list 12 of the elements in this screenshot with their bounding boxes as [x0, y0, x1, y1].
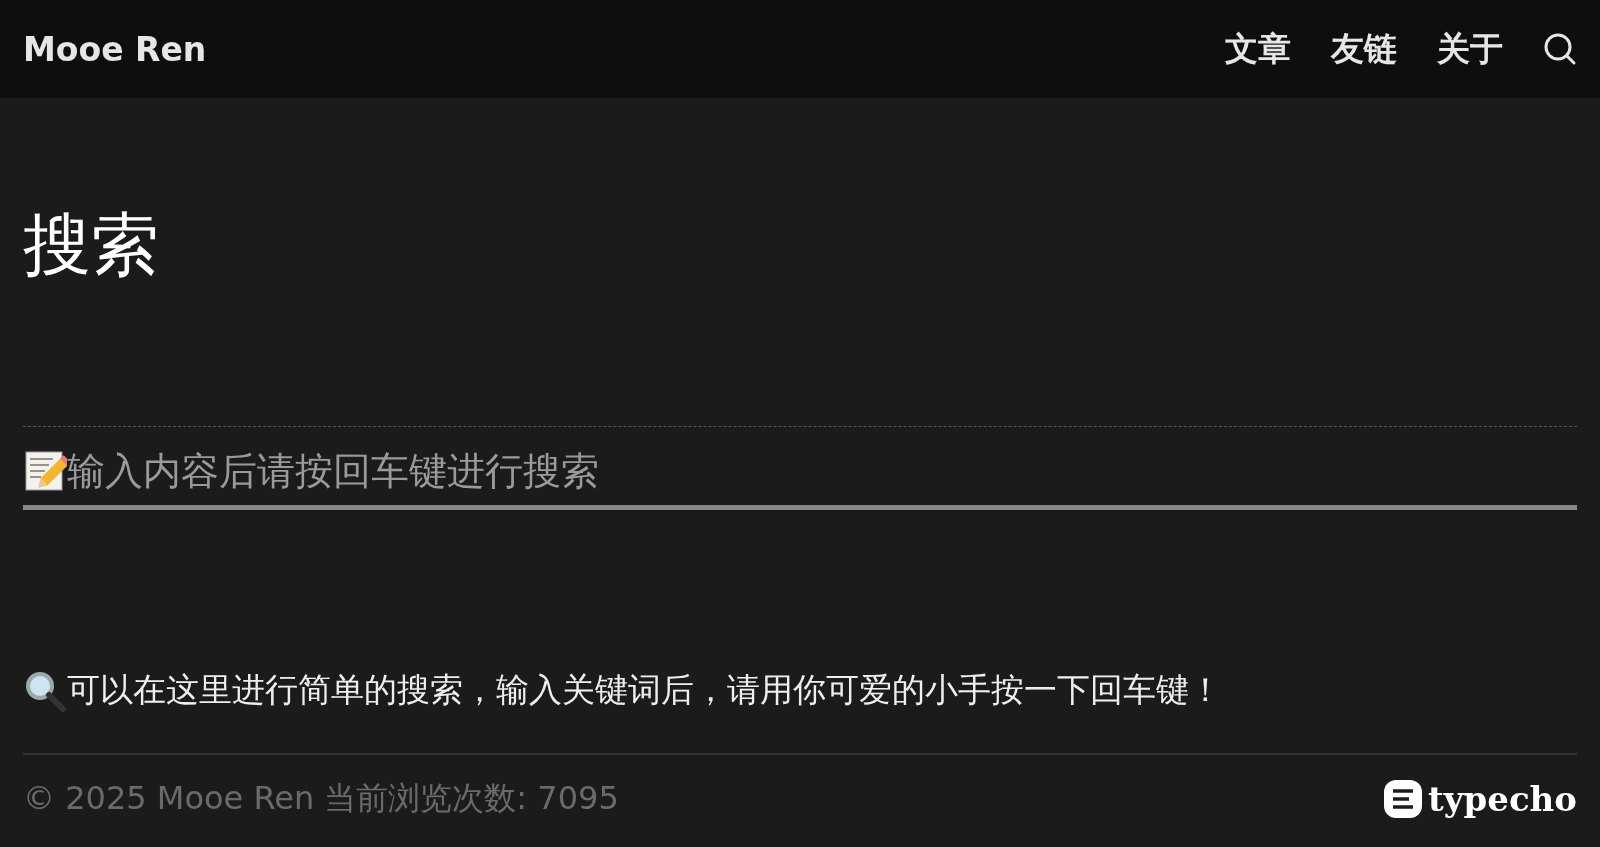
- nav-link[interactable]: 文章: [1225, 26, 1291, 72]
- memo-pencil-icon: [23, 449, 67, 493]
- nav-link[interactable]: 关于: [1437, 26, 1503, 72]
- site-title[interactable]: Mooe Ren: [23, 29, 207, 69]
- typecho-link[interactable]: typecho: [1384, 779, 1577, 819]
- search-icon[interactable]: [1543, 32, 1577, 66]
- search-field[interactable]: 输入内容后请按回车键进行搜索: [67, 449, 1577, 493]
- page-title: 搜索: [23, 204, 160, 286]
- nav-link[interactable]: 友链: [1331, 26, 1397, 72]
- typecho-logo-icon: [1384, 780, 1423, 818]
- footer-text: © 2025 Mooe Ren 当前浏览次数: 7095: [23, 778, 619, 819]
- search-hint: 可以在这里进行简单的搜索，输入关键词后，请用你可爱的小手按一下回车键！: [67, 669, 1222, 711]
